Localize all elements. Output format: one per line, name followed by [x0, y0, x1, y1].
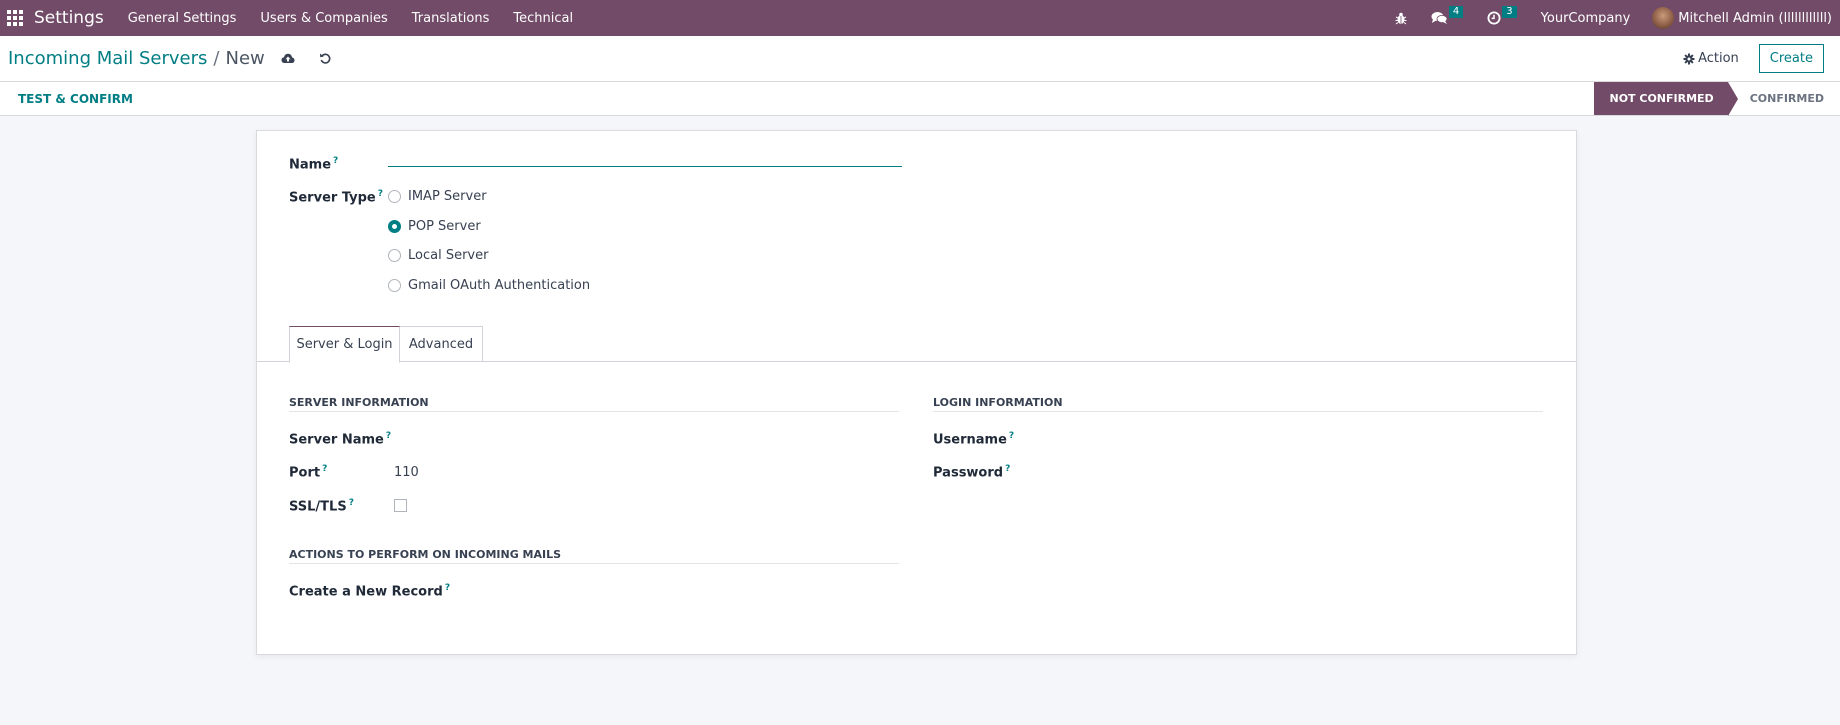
discard-undo-icon[interactable] [319, 52, 332, 65]
radio-circle-unchecked [388, 249, 401, 262]
ssl-tls-label: SSL/TLS? [289, 498, 354, 514]
radio-label: POP Server [408, 219, 481, 234]
test-confirm-button[interactable]: TEST & CONFIRM [18, 92, 133, 106]
radio-label: IMAP Server [408, 189, 487, 204]
save-cloud-icon[interactable] [281, 53, 295, 64]
messages-count-badge: 4 [1448, 6, 1464, 18]
stage-pipeline: NOT CONFIRMED CONFIRMED [1594, 82, 1840, 116]
top-navbar: Settings General Settings Users & Compan… [0, 0, 1840, 36]
breadcrumb-separator: / [213, 48, 220, 69]
server-information-title: SERVER INFORMATION [289, 396, 899, 412]
server-name-label: Server Name? [289, 431, 391, 447]
company-switcher[interactable]: YourCompany [1541, 11, 1631, 26]
username-label: Username? [933, 431, 1014, 447]
radio-pop-server[interactable]: POP Server [388, 219, 481, 234]
server-name-input[interactable] [394, 431, 894, 449]
create-button[interactable]: Create [1758, 44, 1824, 73]
activities-button[interactable]: 3 [1487, 6, 1517, 25]
radio-circle-unchecked [388, 190, 401, 203]
password-help-icon[interactable]: ? [1005, 464, 1010, 474]
chat-icon [1431, 12, 1448, 24]
radio-gmail-oauth[interactable]: Gmail OAuth Authentication [388, 278, 590, 293]
action-menu-button[interactable]: Action [1683, 51, 1739, 66]
menu-translations[interactable]: Translations [412, 11, 490, 26]
ssl-tls-help-icon[interactable]: ? [349, 498, 354, 508]
user-name: Mitchell Admin (llllllllllll) [1678, 10, 1832, 26]
radio-circle-checked [388, 220, 401, 233]
username-help-icon[interactable]: ? [1009, 431, 1014, 441]
create-new-record-label: Create a New Record? [289, 583, 450, 599]
activities-count-badge: 3 [1502, 6, 1517, 18]
menu-users-companies[interactable]: Users & Companies [260, 11, 387, 26]
breadcrumb-current: New [225, 48, 265, 69]
actions-incoming-mails-title: ACTIONS TO PERFORM ON INCOMING MAILS [289, 548, 899, 564]
tab-server-login[interactable]: Server & Login [289, 326, 400, 363]
radio-label: Local Server [408, 248, 489, 263]
server-name-help-icon[interactable]: ? [386, 431, 391, 441]
action-label: Action [1698, 51, 1739, 66]
stage-confirmed[interactable]: CONFIRMED [1728, 82, 1840, 115]
port-input[interactable]: 110 [394, 465, 419, 480]
name-label-text: Name [289, 157, 332, 173]
server-type-help-icon[interactable]: ? [378, 189, 383, 199]
server-type-label: Server Type? [289, 189, 383, 205]
avatar [1652, 7, 1675, 29]
app-brand[interactable]: Settings [34, 8, 104, 28]
control-actions: Action Create [1683, 44, 1824, 73]
name-input[interactable] [388, 141, 902, 167]
radio-local-server[interactable]: Local Server [388, 248, 488, 263]
notebook-tabs: Server & Login Advanced [257, 326, 1576, 363]
gear-icon [1683, 53, 1695, 64]
menu-technical[interactable]: Technical [513, 11, 573, 26]
password-label-text: Password [933, 465, 1004, 481]
password-label: Password? [933, 464, 1010, 480]
app-menu-icon[interactable] [4, 7, 26, 29]
username-label-text: Username [933, 432, 1007, 448]
messages-button[interactable]: 4 [1431, 6, 1464, 25]
ssl-tls-label-text: SSL/TLS [289, 499, 347, 515]
password-input[interactable] [1037, 464, 1537, 482]
radio-circle-unchecked [388, 279, 401, 292]
username-input[interactable] [1037, 431, 1537, 449]
server-name-label-text: Server Name [289, 432, 384, 448]
clock-icon [1487, 11, 1501, 25]
ssl-tls-checkbox[interactable] [394, 499, 407, 512]
navbar-systray: 4 3 YourCompany Mitchell Admin (llllllll… [1395, 0, 1840, 36]
tab-advanced[interactable]: Advanced [400, 326, 483, 362]
debug-bug-icon[interactable] [1395, 12, 1407, 25]
create-new-record-label-text: Create a New Record [289, 584, 443, 600]
radio-label: Gmail OAuth Authentication [408, 278, 591, 293]
radio-imap-server[interactable]: IMAP Server [388, 189, 487, 204]
port-label: Port? [289, 464, 327, 480]
port-label-text: Port [289, 465, 321, 481]
breadcrumb-incoming-mail-servers[interactable]: Incoming Mail Servers [8, 48, 207, 69]
menu-general-settings[interactable]: General Settings [128, 11, 237, 26]
breadcrumb: Incoming Mail Servers / New [8, 48, 265, 69]
user-menu[interactable]: Mitchell Admin (llllllllllll) [1652, 7, 1832, 29]
port-help-icon[interactable]: ? [322, 464, 327, 474]
name-label: Name? [289, 156, 338, 172]
status-bar: TEST & CONFIRM NOT CONFIRMED CONFIRMED [0, 82, 1840, 116]
create-new-record-input[interactable] [437, 583, 897, 601]
stage-not-confirmed[interactable]: NOT CONFIRMED [1594, 82, 1738, 116]
form-sheet: Name? Server Type? IMAP Server POP Serve… [256, 130, 1577, 655]
name-help-icon[interactable]: ? [333, 156, 338, 166]
server-type-label-text: Server Type [289, 190, 376, 206]
login-information-title: LOGIN INFORMATION [933, 396, 1543, 412]
control-panel: Incoming Mail Servers / New Action Creat… [0, 36, 1840, 82]
